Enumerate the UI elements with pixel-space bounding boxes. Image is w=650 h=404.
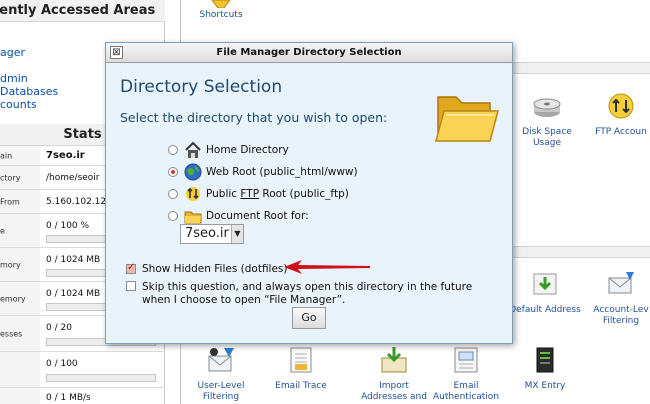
public-ftp-label-underlined: FTP bbox=[240, 188, 260, 200]
domain-select-value: 7seo.ir bbox=[185, 226, 229, 241]
email-authentication-item[interactable]: Email Authentication bbox=[431, 346, 501, 403]
shortcuts-icon bbox=[211, 0, 231, 8]
dialog-subheading: Select the directory that you wish to op… bbox=[120, 110, 388, 125]
go-button[interactable]: Go bbox=[292, 307, 326, 329]
skip-question-checkbox[interactable] bbox=[126, 281, 136, 291]
stat-value: 0 / 1 MB/s bbox=[46, 393, 91, 403]
option-web-root[interactable]: Web Root (public_html/www) bbox=[168, 163, 498, 181]
dialog-title: File Manager Directory Selection bbox=[216, 47, 402, 58]
email-trace-icon bbox=[290, 347, 312, 373]
option-document-root[interactable]: Document Root for: bbox=[168, 207, 498, 225]
ftp-arrows-icon bbox=[186, 187, 200, 201]
default-address-item[interactable]: Default Address bbox=[507, 270, 583, 316]
shortcuts-label: Shortcuts bbox=[199, 10, 243, 20]
email-trace-item[interactable]: Email Trace bbox=[269, 346, 333, 392]
user-level-filtering-item[interactable]: User-Level Filtering bbox=[189, 346, 253, 403]
import-addresses-item[interactable]: Import Addresses and bbox=[359, 346, 429, 403]
shortcuts-item[interactable]: Shortcuts bbox=[199, 0, 243, 21]
email-auth-label-1: Email bbox=[453, 381, 479, 391]
globe-icon bbox=[184, 163, 202, 181]
document-root-radio[interactable] bbox=[168, 211, 178, 221]
stat-value: 0 / 100 bbox=[46, 359, 78, 369]
account-filter-icon bbox=[608, 272, 634, 294]
chevron-down-icon: ▼ bbox=[231, 225, 243, 243]
option-home-directory[interactable]: Home Directory bbox=[168, 141, 498, 159]
stat-label: e bbox=[0, 226, 5, 235]
stat-row-entry-processes: 0 / 100 bbox=[0, 352, 165, 388]
mx-entry-label: MX Entry bbox=[524, 381, 566, 391]
home-icon bbox=[185, 141, 201, 158]
email-auth-label-2: Authentication bbox=[432, 392, 500, 402]
web-root-radio[interactable] bbox=[168, 167, 178, 177]
stats-title: Stats bbox=[63, 127, 102, 142]
document-root-label: Document Root for: bbox=[206, 210, 309, 222]
account-filtering-label-2: Filtering bbox=[602, 316, 640, 326]
user-filtering-label-2: Filtering bbox=[202, 392, 240, 402]
directory-selection-dialog: File Manager Directory Selection ⊠ Direc… bbox=[105, 42, 513, 344]
stat-label: From bbox=[0, 197, 20, 206]
stat-label: ctory bbox=[0, 173, 21, 182]
frequently-accessed-header: uently Accessed Areas bbox=[0, 0, 165, 22]
import-addresses-label-2: Addresses and bbox=[361, 392, 427, 402]
annotation-arrow-icon bbox=[284, 260, 370, 274]
public-ftp-label-suffix: Root (public_ftp) bbox=[259, 188, 349, 200]
account-level-filtering-item[interactable]: Account-Lev Filtering bbox=[591, 270, 650, 327]
public-ftp-label: Public FTP Root (public_ftp) bbox=[206, 188, 349, 200]
skip-question-label[interactable]: Skip this question, and always open this… bbox=[142, 281, 502, 307]
mx-entry-item[interactable]: MX Entry bbox=[515, 346, 575, 392]
show-hidden-files-checkbox[interactable] bbox=[126, 262, 136, 274]
ftp-accounts-label-1: FTP Accoun bbox=[595, 127, 647, 137]
ftp-icon bbox=[608, 93, 634, 119]
import-icon bbox=[381, 347, 407, 373]
stat-label: ain bbox=[0, 151, 13, 160]
dialog-titlebar[interactable]: File Manager Directory Selection ⊠ bbox=[106, 43, 512, 63]
default-address-icon bbox=[533, 273, 557, 295]
stat-row-io: 0 / 1 MB/s bbox=[0, 388, 165, 404]
show-hidden-files-label[interactable]: Show Hidden Files (dotfiles) bbox=[142, 263, 288, 275]
frequently-accessed-title: uently Accessed Areas bbox=[0, 3, 156, 18]
public-ftp-label-prefix: Public bbox=[206, 188, 241, 200]
account-filtering-label-1: Account-Lev bbox=[593, 305, 649, 315]
email-trace-label: Email Trace bbox=[275, 381, 327, 391]
domain-select[interactable]: 7seo.ir ▼ bbox=[180, 224, 244, 244]
folder-icon bbox=[435, 96, 499, 142]
disk-space-usage-label-1: Disk Space bbox=[522, 127, 572, 137]
default-address-label: Default Address bbox=[509, 305, 581, 315]
disk-space-usage-item[interactable]: Disk Space Usage bbox=[515, 92, 579, 149]
small-folder-icon bbox=[184, 211, 202, 224]
disk-space-usage-label-2: Usage bbox=[532, 138, 562, 148]
stat-label: mory bbox=[0, 260, 21, 269]
ftp-accounts-item[interactable]: FTP Accoun bbox=[591, 92, 650, 138]
disk-icon bbox=[533, 98, 561, 117]
user-filtering-label-1: User-Level bbox=[197, 381, 245, 391]
import-addresses-label-1: Import bbox=[379, 381, 409, 391]
home-directory-radio[interactable] bbox=[168, 145, 178, 155]
usage-bar bbox=[46, 374, 156, 382]
email-auth-icon bbox=[454, 347, 478, 373]
close-icon[interactable]: ⊠ bbox=[110, 46, 123, 59]
public-ftp-radio[interactable] bbox=[168, 189, 178, 199]
stat-label: emory bbox=[0, 294, 26, 303]
option-public-ftp-root[interactable]: Public FTP Root (public_ftp) bbox=[168, 185, 498, 203]
mx-entry-icon bbox=[536, 347, 554, 373]
web-root-label: Web Root (public_html/www) bbox=[206, 166, 358, 178]
stat-label: esses bbox=[0, 329, 23, 338]
dialog-heading: Directory Selection bbox=[120, 77, 283, 97]
user-filter-icon bbox=[208, 348, 234, 372]
home-directory-label: Home Directory bbox=[206, 144, 289, 156]
